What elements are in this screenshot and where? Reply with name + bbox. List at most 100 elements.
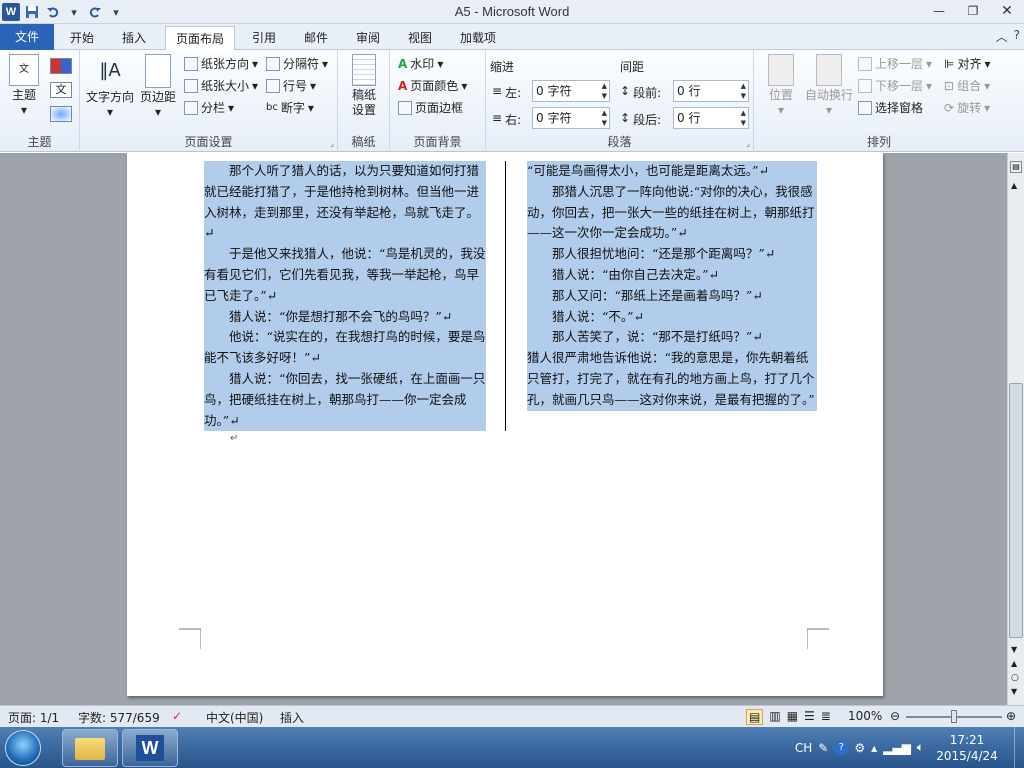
paragraph-launcher-icon[interactable]: ⌟: [746, 139, 750, 148]
position-button[interactable]: 位置 ▾: [762, 54, 800, 118]
help-tray-icon[interactable]: ?: [834, 740, 849, 755]
next-page-icon[interactable]: ▼: [1011, 687, 1017, 696]
tab-mailings[interactable]: 邮件: [294, 26, 338, 50]
line-numbers-button[interactable]: 行号 ▾: [266, 76, 316, 96]
insert-mode[interactable]: 插入: [280, 709, 304, 726]
help-icon[interactable]: ?: [1014, 28, 1020, 45]
tab-insert[interactable]: 插入: [112, 26, 156, 50]
outline-view-icon[interactable]: ☰: [804, 709, 815, 725]
document-page[interactable]: 那个人听了猎人的话，以为只要知道如何打猎就已经能打猎了，于是他持枪到树林。但当他…: [127, 153, 883, 696]
show-desktop-button[interactable]: [1014, 727, 1024, 768]
paragraph[interactable]: 猎人说：“由你自己去决定。”↵: [527, 264, 817, 286]
paragraph[interactable]: 那个人听了猎人的话，以为只要知道如何打猎就已经能打猎了，于是他持枪到树林。但当他…: [204, 161, 486, 245]
web-layout-icon[interactable]: ▦: [787, 709, 798, 725]
text-direction-button[interactable]: ‖A 文字方向 ▾: [86, 54, 134, 120]
clock[interactable]: 17:21 2015/4/24: [936, 732, 998, 764]
zoom-slider-handle[interactable]: [951, 710, 957, 723]
prev-page-icon[interactable]: ▲: [1011, 659, 1017, 668]
show-hidden-icons-icon[interactable]: ▴: [871, 741, 877, 755]
collapse-ribbon-icon[interactable]: ︿: [996, 28, 1008, 45]
ruler-toggle-icon[interactable]: ▤: [1010, 161, 1022, 173]
indent-right-input[interactable]: 0 字符 ▲ ▼: [532, 107, 610, 129]
minimize-button[interactable]: —: [922, 0, 956, 22]
paragraph[interactable]: 他说：“说实在的，在我想打鸟的时候，要是鸟能不飞该多好呀！”↵: [204, 327, 486, 369]
proofing-icon[interactable]: ✓: [172, 709, 182, 723]
theme-effects-icon[interactable]: [50, 106, 72, 122]
full-screen-reading-icon[interactable]: ▥: [769, 709, 780, 725]
group-label-paper: 稿纸: [351, 135, 376, 149]
network-icon[interactable]: ▂▄▆: [883, 741, 911, 755]
ime-tool-icon[interactable]: ✎: [818, 741, 828, 755]
left-column[interactable]: 那个人听了猎人的话，以为只要知道如何打猎就已经能打猎了，于是他持枪到树林。但当他…: [204, 161, 486, 432]
zoom-in-icon[interactable]: ⊕: [1006, 709, 1016, 723]
columns-button[interactable]: 分栏 ▾: [184, 98, 234, 118]
breaks-button[interactable]: 分隔符 ▾: [266, 54, 328, 74]
paragraph[interactable]: 那人又问：“那纸上还是画着鸟吗？”↵: [527, 285, 817, 307]
right-column[interactable]: “可能是鸟画得太小，也可能是距离太远。”↵ 那猎人沉思了一阵向他说:“对你的决心，…: [527, 161, 817, 411]
volume-icon[interactable]: 🔈︎: [917, 740, 924, 755]
page-indicator[interactable]: 页面: 1/1: [8, 709, 59, 726]
size-button[interactable]: 纸张大小 ▾: [184, 76, 258, 96]
indent-left-input[interactable]: 0 字符 ▲ ▼: [532, 80, 610, 102]
selection-pane-button[interactable]: 选择窗格: [858, 98, 923, 118]
word-count[interactable]: 字数: 577/659: [78, 709, 160, 726]
close-button[interactable]: ✕: [990, 0, 1024, 22]
ime-indicator[interactable]: CH: [795, 741, 812, 755]
tab-review[interactable]: 审阅: [346, 26, 390, 50]
watermark-button[interactable]: A 水印 ▾: [398, 54, 443, 74]
bring-forward-button[interactable]: 上移一层 ▾: [858, 54, 932, 74]
paragraph[interactable]: 猎人说：“你是想打那不会飞的鸟吗？”↵: [204, 306, 486, 328]
scrollbar-thumb[interactable]: [1009, 383, 1023, 638]
scroll-up-icon[interactable]: ▲: [1011, 181, 1017, 190]
group-button[interactable]: ⊡ 组合 ▾: [944, 76, 990, 96]
hyphenation-button[interactable]: bc 断字 ▾: [266, 98, 314, 118]
tab-home[interactable]: 开始: [60, 26, 104, 50]
document-area[interactable]: 那个人听了猎人的话，以为只要知道如何打猎就已经能打猎了，于是他持枪到树林。但当他…: [0, 153, 1007, 705]
language-indicator[interactable]: 中文(中国): [206, 709, 263, 726]
spinner-arrows-icon[interactable]: ▲ ▼: [741, 81, 746, 101]
scroll-down-icon[interactable]: ▼: [1011, 645, 1017, 654]
paragraph[interactable]: 猎人很严肃地告诉他说：“我的意思是，你先朝着纸只管打，打完了，就在有孔的地方画上…: [527, 348, 817, 411]
spacing-after-input[interactable]: 0 行 ▲ ▼: [673, 107, 749, 129]
paragraph[interactable]: 那猎人沉思了一阵向他说:“对你的决心，我很感动，你回去，把一张大一些的纸挂在树上…: [527, 181, 817, 245]
vertical-scrollbar[interactable]: ▤ ▲ ▼ ▲ ○ ▼: [1007, 153, 1024, 705]
browse-object-icon[interactable]: ○: [1011, 673, 1019, 683]
spinner-arrows-icon[interactable]: ▲ ▼: [741, 108, 746, 128]
paragraph[interactable]: 那人苦笑了，说：“那不是打纸吗？”↵: [527, 327, 817, 349]
page-color-button[interactable]: A 页面颜色 ▾: [398, 76, 467, 96]
spinner-arrows-icon[interactable]: ▲ ▼: [602, 108, 607, 128]
start-button[interactable]: [5, 730, 41, 766]
page-setup-launcher-icon[interactable]: ⌟: [330, 139, 334, 148]
taskbar-word[interactable]: W: [122, 729, 178, 767]
tab-addins[interactable]: 加载项: [450, 26, 506, 50]
orientation-button[interactable]: 纸张方向 ▾: [184, 54, 258, 74]
tab-file[interactable]: 文件: [0, 24, 54, 50]
paragraph[interactable]: 猎人说：“不。”↵: [527, 306, 817, 328]
tab-view[interactable]: 视图: [398, 26, 442, 50]
themes-button[interactable]: 文 主题 ▾: [6, 54, 42, 118]
print-layout-view-icon[interactable]: ▤: [746, 709, 764, 725]
restore-button[interactable]: ❐: [956, 0, 990, 22]
taskbar-explorer[interactable]: [62, 729, 118, 767]
paragraph[interactable]: 那人很担忧地问：“还是那个距离吗？”↵: [527, 244, 817, 265]
send-backward-button[interactable]: 下移一层 ▾: [858, 76, 932, 96]
paragraph[interactable]: 猎人说：“你回去，找一张硬纸，在上面画一只鸟，把硬纸挂在树上，朝那鸟打——你一定…: [204, 368, 486, 432]
paragraph[interactable]: 于是他又来找猎人，他说：“鸟是机灵的，我没有看见它们，它们先看见我，等我一举起枪…: [204, 244, 486, 307]
paragraph[interactable]: “可能是鸟画得太小，也可能是距离太远。”↵: [527, 161, 817, 182]
tray-menu-icon[interactable]: ⚙: [854, 741, 865, 755]
paper-setup-button[interactable]: 稿纸 设置: [344, 54, 384, 118]
page-borders-button[interactable]: 页面边框: [398, 98, 463, 118]
tab-references[interactable]: 引用: [242, 26, 286, 50]
rotate-button[interactable]: ⟳ 旋转 ▾: [944, 98, 990, 118]
wrap-text-button[interactable]: 自动换行 ▾: [804, 54, 854, 118]
tab-page-layout[interactable]: 页面布局: [165, 26, 236, 51]
theme-colors-icon[interactable]: [50, 58, 72, 74]
align-button[interactable]: ⊫ 对齐 ▾: [944, 54, 991, 74]
margins-button[interactable]: 页边距 ▾: [138, 54, 178, 120]
spacing-before-input[interactable]: 0 行 ▲ ▼: [673, 80, 749, 102]
theme-fonts-icon[interactable]: 文: [50, 82, 72, 98]
draft-view-icon[interactable]: ≣: [821, 709, 831, 725]
zoom-level[interactable]: 100%: [848, 709, 882, 723]
zoom-out-icon[interactable]: ⊖: [890, 709, 900, 723]
spinner-arrows-icon[interactable]: ▲ ▼: [602, 81, 607, 101]
